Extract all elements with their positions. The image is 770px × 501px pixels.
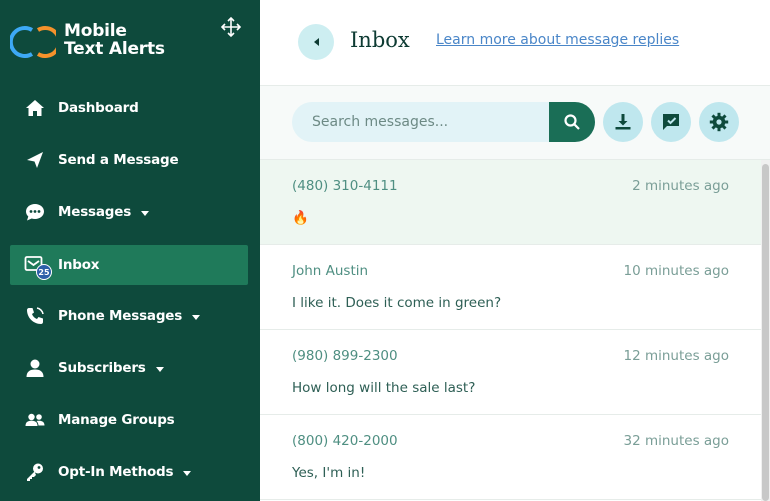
chevron-down-icon (192, 314, 201, 320)
sidebar-item-label: Subscribers (58, 360, 146, 376)
message-time: 12 minutes ago (623, 348, 729, 364)
sidebar-item-label: Dashboard (58, 100, 139, 116)
message-time: 32 minutes ago (623, 433, 729, 449)
message-row[interactable]: (980) 899-2300 12 minutes ago How long w… (260, 330, 761, 415)
scrollbar-thumb[interactable] (762, 164, 769, 501)
sidebar-item-label: Opt-In Methods (58, 464, 174, 480)
sidebar-item-subscribers[interactable]: Subscribers (10, 348, 248, 388)
message-preview: How long will the sale last? (292, 380, 476, 396)
sidebar: Mobile Text Alerts Dashboard Send a Mess… (0, 0, 260, 501)
sidebar-item-label: Inbox (58, 257, 100, 273)
search-input[interactable] (292, 102, 549, 142)
message-sender: John Austin (292, 263, 369, 279)
message-preview: Yes, I'm in! (292, 465, 366, 481)
message-check-icon (663, 114, 679, 130)
message-row[interactable]: John Austin 10 minutes ago I like it. Do… (260, 245, 761, 330)
download-button[interactable] (603, 102, 643, 142)
gear-icon (709, 112, 729, 132)
message-row[interactable]: (480) 310-4111 2 minutes ago 🔥 (260, 160, 761, 245)
chat-icon (24, 201, 46, 223)
key-icon (24, 461, 46, 483)
inbox-icon: 25 (24, 254, 52, 280)
inbox-toolbar (260, 86, 770, 160)
sidebar-item-inbox[interactable]: 25 Inbox (10, 245, 248, 285)
app-logo[interactable]: Mobile Text Alerts (10, 20, 210, 60)
send-icon (24, 149, 46, 171)
message-preview: 🔥 (292, 210, 309, 226)
search-bar (292, 102, 595, 142)
sidebar-item-opt-in-methods[interactable]: Opt-In Methods (10, 452, 248, 492)
message-time: 10 minutes ago (623, 263, 729, 279)
search-icon (564, 114, 580, 130)
sidebar-item-manage-groups[interactable]: Manage Groups (10, 400, 248, 440)
page-title: Inbox (350, 28, 410, 52)
message-sender: (980) 899-2300 (292, 348, 398, 364)
move-icon[interactable] (220, 16, 242, 38)
message-row[interactable]: (800) 420-2000 32 minutes ago Yes, I'm i… (260, 415, 761, 500)
group-icon (24, 409, 46, 431)
message-sender: (480) 310-4111 (292, 178, 398, 194)
sidebar-item-label: Manage Groups (58, 412, 175, 428)
sidebar-item-label: Phone Messages (58, 308, 183, 324)
download-icon (615, 114, 631, 130)
sidebar-item-dashboard[interactable]: Dashboard (10, 88, 248, 128)
sidebar-item-send-a-message[interactable]: Send a Message (10, 140, 248, 180)
sidebar-item-messages[interactable]: Messages (10, 192, 248, 232)
chevron-down-icon (183, 470, 192, 476)
logo-text-line1: Mobile (64, 21, 127, 41)
sidebar-item-label: Messages (58, 204, 132, 220)
message-preview: I like it. Does it come in green? (292, 295, 502, 311)
learn-more-link[interactable]: Learn more about message replies (436, 32, 679, 48)
message-time: 2 minutes ago (632, 178, 729, 194)
search-button[interactable] (549, 102, 595, 142)
settings-button[interactable] (699, 102, 739, 142)
chevron-left-icon (313, 38, 319, 46)
phone-icon (24, 305, 46, 327)
inbox-count-badge: 25 (36, 264, 52, 280)
logo-text-line2: Text Alerts (64, 39, 165, 59)
home-icon (24, 97, 46, 119)
message-list: (480) 310-4111 2 minutes ago 🔥 John Aust… (260, 160, 761, 501)
scrollbar[interactable] (761, 160, 770, 501)
page-header: Inbox Learn more about message replies (260, 0, 770, 86)
chevron-down-icon (141, 210, 150, 216)
sidebar-item-label: Send a Message (58, 152, 179, 168)
sidebar-item-phone-messages[interactable]: Phone Messages (10, 296, 248, 336)
logo-icon (10, 26, 56, 58)
chevron-down-icon (155, 366, 164, 372)
message-sender: (800) 420-2000 (292, 433, 398, 449)
person-icon (24, 357, 46, 379)
mark-read-button[interactable] (651, 102, 691, 142)
back-button[interactable] (298, 24, 334, 60)
